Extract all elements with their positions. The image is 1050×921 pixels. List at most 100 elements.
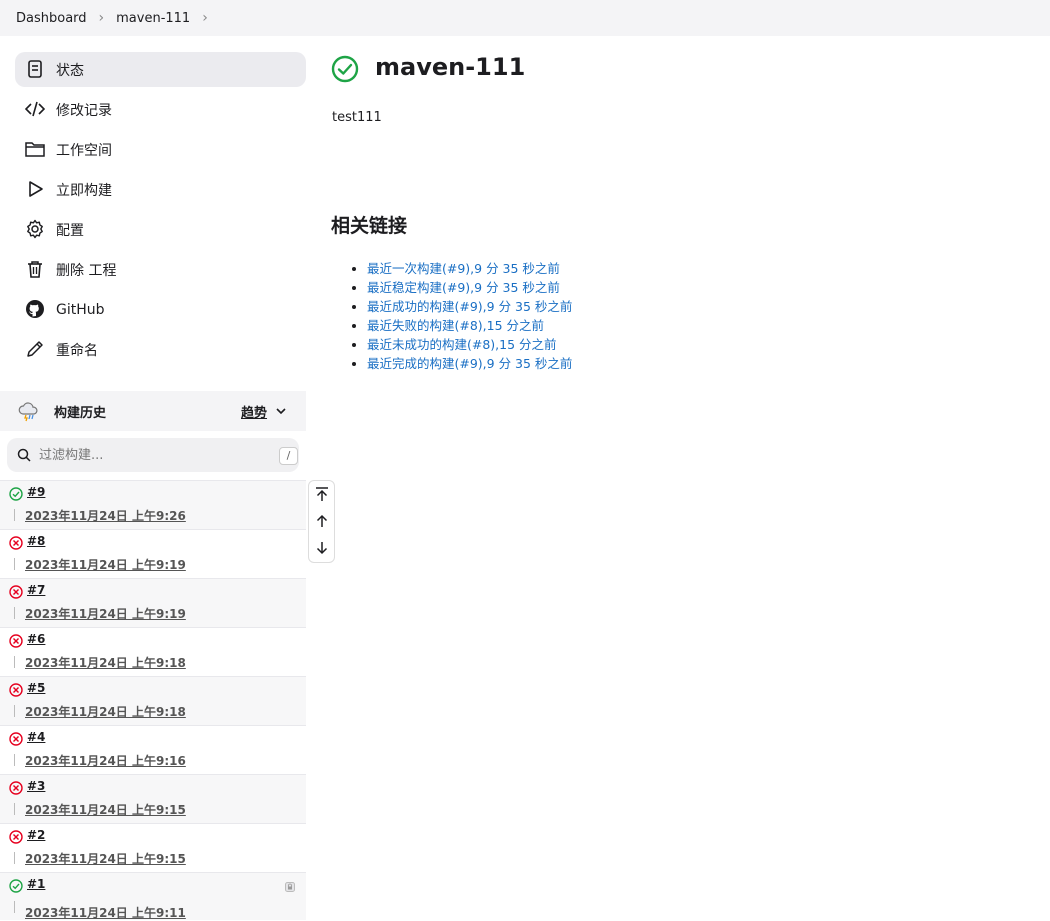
sidebar-item-configure[interactable]: 配置 <box>15 212 306 247</box>
timeline-line <box>14 705 15 717</box>
sidebar-item-github[interactable]: GitHub <box>15 292 306 327</box>
scroll-controls <box>308 480 335 563</box>
weather-storm-icon <box>18 402 38 422</box>
failed-icon <box>9 830 23 844</box>
related-links-title: 相关链接 <box>331 215 408 237</box>
build-history-header: 构建历史 趋势 <box>0 391 306 431</box>
build-number[interactable]: #5 <box>27 681 45 695</box>
last-unsuccessful-build-link[interactable]: 最近未成功的构建(#8),15 分之前 <box>367 337 557 352</box>
sidebar-item-label: 重命名 <box>56 342 98 359</box>
sidebar-item-label: 修改记录 <box>56 102 112 119</box>
gear-icon <box>27 219 43 239</box>
build-date[interactable]: 2023年11月24日 上午9:15 <box>25 801 186 818</box>
timeline-line <box>14 852 15 864</box>
build-row[interactable]: #5 2023年11月24日 上午9:18 <box>0 676 306 725</box>
build-date[interactable]: 2023年11月24日 上午9:19 <box>25 605 186 622</box>
build-row[interactable]: #6 2023年11月24日 上午9:18 <box>0 627 306 676</box>
list-item: 最近稳定构建(#9),9 分 35 秒之前 <box>352 278 572 297</box>
build-date[interactable]: 2023年11月24日 上午9:26 <box>25 507 186 524</box>
last-build-link[interactable]: 最近一次构建(#9),9 分 35 秒之前 <box>367 261 560 276</box>
success-icon <box>9 879 23 893</box>
arrow-up-icon[interactable] <box>314 513 330 529</box>
list-item: 最近失败的构建(#8),15 分之前 <box>352 316 572 335</box>
play-icon <box>29 181 43 197</box>
build-number[interactable]: #1 <box>27 877 45 891</box>
last-failed-build-link[interactable]: 最近失败的构建(#8),15 分之前 <box>367 318 544 333</box>
build-row[interactable]: #2 2023年11月24日 上午9:15 <box>0 823 306 872</box>
sidebar-item-rename[interactable]: 重命名 <box>15 332 306 367</box>
breadcrumb-job[interactable]: maven-111 <box>116 11 190 26</box>
arrow-down-icon[interactable] <box>314 540 330 556</box>
build-date[interactable]: 2023年11月24日 上午9:11 <box>25 904 186 921</box>
build-history-title: 构建历史 <box>54 406 107 421</box>
sidebar-item-label: GitHub <box>56 301 105 318</box>
build-date[interactable]: 2023年11月24日 上午9:15 <box>25 850 186 867</box>
build-filter-input[interactable] <box>39 445 259 465</box>
search-icon <box>17 448 31 462</box>
timeline-line <box>14 509 15 521</box>
failed-icon <box>9 634 23 648</box>
build-number[interactable]: #7 <box>27 583 45 597</box>
success-icon <box>9 487 23 501</box>
timeline-line <box>14 558 15 570</box>
build-date[interactable]: 2023年11月24日 上午9:18 <box>25 654 186 671</box>
sidebar-item-label: 工作空间 <box>56 142 112 159</box>
build-number[interactable]: #4 <box>27 730 45 744</box>
timeline-line <box>14 607 15 619</box>
scroll-top-icon[interactable] <box>314 486 330 502</box>
github-icon <box>26 300 44 318</box>
sidebar-item-status[interactable]: 状态 <box>15 52 306 87</box>
trash-icon <box>28 261 42 278</box>
code-icon <box>25 101 45 117</box>
list-item: 最近未成功的构建(#8),15 分之前 <box>352 335 572 354</box>
build-row[interactable]: #1 2023年11月24日 上午9:11 <box>0 872 306 920</box>
last-stable-build-link[interactable]: 最近稳定构建(#9),9 分 35 秒之前 <box>367 280 560 295</box>
pencil-icon <box>27 341 43 357</box>
last-completed-build-link[interactable]: 最近完成的构建(#9),9 分 35 秒之前 <box>367 356 572 371</box>
folder-icon <box>25 142 45 157</box>
sidebar-item-workspace[interactable]: 工作空间 <box>15 132 306 167</box>
build-row[interactable]: #9 2023年11月24日 上午9:26 <box>0 480 306 529</box>
timeline-line <box>14 901 15 913</box>
build-row[interactable]: #4 2023年11月24日 上午9:16 <box>0 725 306 774</box>
build-date[interactable]: 2023年11月24日 上午9:18 <box>25 703 186 720</box>
sidebar-item-label: 状态 <box>56 62 84 79</box>
build-number[interactable]: #8 <box>27 534 45 548</box>
breadcrumb-dashboard[interactable]: Dashboard <box>16 11 87 26</box>
build-row[interactable]: #7 2023年11月24日 上午9:19 <box>0 578 306 627</box>
list-item: 最近成功的构建(#9),9 分 35 秒之前 <box>352 297 572 316</box>
build-number[interactable]: #2 <box>27 828 45 842</box>
build-number[interactable]: #9 <box>27 485 45 499</box>
build-date[interactable]: 2023年11月24日 上午9:19 <box>25 556 186 573</box>
failed-icon <box>9 732 23 746</box>
build-filter: / <box>7 438 299 472</box>
sidebar-item-label: 立即构建 <box>56 182 112 199</box>
last-successful-build-link[interactable]: 最近成功的构建(#9),9 分 35 秒之前 <box>367 299 572 314</box>
breadcrumb: Dashboard › maven-111 › <box>0 0 1050 36</box>
trend-link[interactable]: 趋势 <box>241 402 267 421</box>
related-links: 最近一次构建(#9),9 分 35 秒之前 最近稳定构建(#9),9 分 35 … <box>352 259 572 373</box>
keyboard-shortcut-hint: / <box>279 447 298 465</box>
failed-icon <box>9 781 23 795</box>
sidebar-item-build-now[interactable]: 立即构建 <box>15 172 306 207</box>
chevron-right-icon[interactable]: › <box>202 10 208 26</box>
timeline-line <box>14 754 15 766</box>
build-row[interactable]: #8 2023年11月24日 上午9:19 <box>0 529 306 578</box>
sidebar-item-changes[interactable]: 修改记录 <box>15 92 306 127</box>
build-row[interactable]: #3 2023年11月24日 上午9:15 <box>0 774 306 823</box>
success-icon <box>331 55 359 83</box>
chevron-right-icon[interactable]: › <box>99 10 105 26</box>
timeline-line <box>14 656 15 668</box>
chevron-down-icon[interactable] <box>275 405 287 417</box>
sidebar-item-delete[interactable]: 删除 工程 <box>15 252 306 287</box>
build-number[interactable]: #6 <box>27 632 45 646</box>
sidebar-item-label: 配置 <box>56 222 84 239</box>
list-item: 最近一次构建(#9),9 分 35 秒之前 <box>352 259 572 278</box>
timeline-line <box>14 803 15 815</box>
document-icon <box>28 60 42 78</box>
failed-icon <box>9 536 23 550</box>
build-date[interactable]: 2023年11月24日 上午9:16 <box>25 752 186 769</box>
page-title: maven-111 <box>375 53 526 81</box>
build-number[interactable]: #3 <box>27 779 45 793</box>
list-item: 最近完成的构建(#9),9 分 35 秒之前 <box>352 354 572 373</box>
